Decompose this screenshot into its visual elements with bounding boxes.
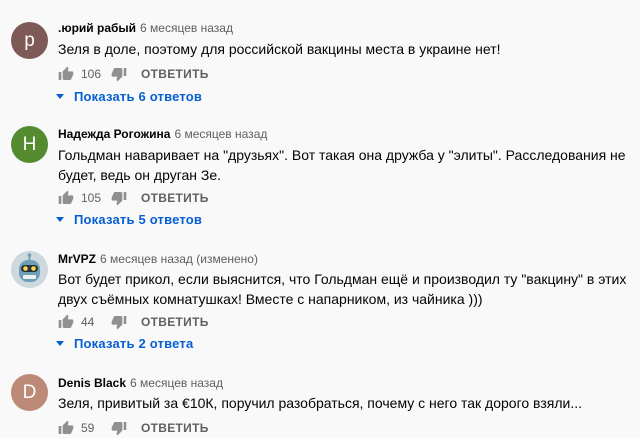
comment-header: MrVPZ 6 месяцев назад (изменено) xyxy=(58,252,258,266)
author-name[interactable]: Надежда Рогожина xyxy=(58,127,170,141)
like-count: 105 xyxy=(81,191,102,205)
author-name[interactable]: .юрий рабый xyxy=(58,21,136,35)
comment-text: Гольдман наваривает на "друзьях". Вот та… xyxy=(58,147,626,183)
comment-actions: 106 ОТВЕТИТЬ xyxy=(58,65,209,83)
comment-text: Зеля в доле, поэтому для российской вакц… xyxy=(58,41,501,57)
like-count: 106 xyxy=(81,67,102,81)
reply-button[interactable]: ОТВЕТИТЬ xyxy=(141,315,209,329)
avatar[interactable] xyxy=(11,251,48,288)
reply-button[interactable]: ОТВЕТИТЬ xyxy=(141,67,209,81)
comment-time[interactable]: 6 месяцев назад xyxy=(140,21,233,35)
thumb-down-icon[interactable] xyxy=(111,66,127,82)
thumb-up-icon[interactable] xyxy=(58,66,74,82)
comment-actions: 59 ОТВЕТИТЬ xyxy=(58,419,209,437)
author-name[interactable]: MrVPZ xyxy=(58,252,96,266)
show-replies-button[interactable]: Показать 5 ответов xyxy=(56,212,202,227)
comment-actions: 105 ОТВЕТИТЬ xyxy=(58,189,209,207)
show-replies-label: Показать 2 ответа xyxy=(74,336,194,351)
show-replies-button[interactable]: Показать 6 ответов xyxy=(56,89,202,104)
comment-text: Вот будет прикол, если выяснится, что Го… xyxy=(58,271,627,307)
show-replies-button[interactable]: Показать 2 ответа xyxy=(56,336,193,351)
like-count: 44 xyxy=(81,315,95,329)
avatar[interactable]: D xyxy=(11,374,48,411)
reply-button[interactable]: ОТВЕТИТЬ xyxy=(141,191,209,205)
comment-header: Надежда Рогожина 6 месяцев назад xyxy=(58,127,267,141)
thumb-down-icon[interactable] xyxy=(111,190,127,206)
comment-header: Denis Black 6 месяцев назад xyxy=(58,376,223,390)
comment-time[interactable]: 6 месяцев назад (изменено) xyxy=(100,252,258,266)
comment-actions: 44 ОТВЕТИТЬ xyxy=(58,313,209,331)
comment-time[interactable]: 6 месяцев назад xyxy=(174,127,267,141)
comment-time[interactable]: 6 месяцев назад xyxy=(130,376,223,390)
reply-button[interactable]: ОТВЕТИТЬ xyxy=(141,421,209,435)
like-count: 59 xyxy=(81,421,95,435)
thumb-up-icon[interactable] xyxy=(58,314,74,330)
thumb-down-icon[interactable] xyxy=(111,420,127,436)
thumb-up-icon[interactable] xyxy=(58,190,74,206)
thumb-down-icon[interactable] xyxy=(111,314,127,330)
comment-text: Зеля, привитый за €10К, поручил разобрат… xyxy=(58,395,582,411)
show-replies-label: Показать 6 ответов xyxy=(74,89,203,104)
avatar[interactable]: Н xyxy=(11,126,48,163)
caret-down-icon xyxy=(56,93,64,101)
thumb-up-icon[interactable] xyxy=(58,420,74,436)
caret-down-icon xyxy=(56,216,64,224)
avatar[interactable]: р xyxy=(11,22,48,59)
robot-avatar-icon xyxy=(11,251,48,288)
show-replies-label: Показать 5 ответов xyxy=(74,212,203,227)
author-name[interactable]: Denis Black xyxy=(58,376,126,390)
comment-header: .юрий рабый 6 месяцев назад xyxy=(58,21,233,35)
caret-down-icon xyxy=(56,340,64,348)
